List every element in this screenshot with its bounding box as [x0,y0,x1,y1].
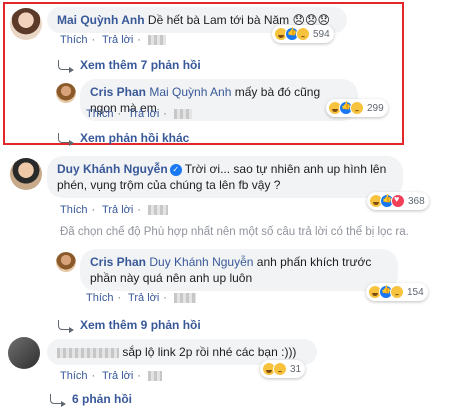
reply-author[interactable]: Cris Phan [90,85,146,99]
love-reaction-icon [391,194,405,208]
reply-author[interactable]: Cris Phan [90,255,146,269]
view-more-replies[interactable]: Xem thêm 7 phản hồi [58,58,201,73]
view-more-replies[interactable]: 6 phản hồi [50,392,132,407]
view-more-replies-label: 6 phản hồi [72,392,132,406]
avatar[interactable] [56,252,76,272]
like-link[interactable]: Thích [60,370,88,382]
like-link[interactable]: Thích [86,292,114,304]
reply-link[interactable]: Trả lời [102,34,133,46]
view-other-replies[interactable]: Xem phản hồi khác [58,131,190,146]
comment-bubble: Duy Khánh Nguyễn ✓ Trời ơi... sao tự nhiê… [47,156,403,198]
reply-link[interactable]: Trả lời [102,370,133,382]
reply-bubble: Cris Phan Duy Khánh Nguyễn anh phấn khíc… [80,249,398,291]
comment-actions: Thích · Trả lời · [60,204,172,216]
reaction-summary[interactable]: 368 [367,192,429,210]
reaction-count: 368 [408,195,425,207]
reaction-summary[interactable]: 299 [326,99,388,117]
reaction-count: 31 [290,363,302,375]
reaction-count: 154 [407,286,424,298]
reply-arrow-icon [58,60,74,73]
reply-link[interactable]: Trả lời [102,204,133,216]
reply-arrow-icon [58,133,74,146]
reaction-summary[interactable]: 154 [366,283,428,301]
comment-actions: Thích · Trả lời · [60,34,170,46]
view-more-replies-label: Xem thêm 9 phản hồi [80,318,201,332]
comment-text: sắp lộ link 2p rồi nhé các bạn :))) [122,345,297,359]
reaction-count: 299 [367,102,384,114]
sad-reaction-icon [296,27,310,41]
avatar[interactable] [56,83,76,103]
like-link[interactable]: Thích [86,108,114,120]
reply-mention[interactable]: Duy Khánh Nguyễn [149,255,253,269]
timestamp-blurred [148,371,163,382]
reply-actions: Thích · Trả lời · [86,292,200,304]
reply-arrow-icon [58,320,74,333]
timestamp-blurred [148,205,169,216]
comment-author[interactable]: Mai Quỳnh Anh [57,13,145,27]
filter-notice: Đã chọn chế độ Phù hợp nhất nên một số c… [60,226,409,238]
comment-author[interactable]: Duy Khánh Nguyễn [57,162,168,176]
comment-actions: Thích · Trả lời · [60,370,166,382]
reaction-summary[interactable]: 594 [272,25,334,43]
reply-link[interactable]: Trả lời [128,108,159,120]
avatar[interactable] [8,337,40,369]
view-more-replies-label: Xem thêm 7 phản hồi [80,58,201,72]
sad-reaction-icon [350,101,364,115]
sad-reaction-icon [273,362,287,376]
avatar[interactable] [10,158,42,190]
reply-mention[interactable]: Mai Quỳnh Anh [149,85,231,99]
timestamp-blurred [174,109,193,120]
timestamp-blurred [148,35,167,46]
reply-arrow-icon [50,394,66,407]
reaction-summary[interactable]: 31 [260,360,306,378]
view-more-replies[interactable]: Xem thêm 9 phản hồi [58,318,201,333]
author-blurred [57,347,119,358]
view-other-replies-label: Xem phản hồi khác [80,131,190,145]
comment-text: Dề hết bà Lam tới bà Năm [147,13,290,27]
reaction-count: 594 [313,28,330,40]
avatar[interactable] [10,8,42,40]
reply-actions: Thích · Trả lời · [86,108,196,120]
like-link[interactable]: Thích [60,34,88,46]
verified-badge-icon: ✓ [169,163,182,176]
timestamp-blurred [174,293,197,304]
sad-reaction-icon [390,285,404,299]
reply-link[interactable]: Trả lời [128,292,159,304]
like-link[interactable]: Thích [60,204,88,216]
